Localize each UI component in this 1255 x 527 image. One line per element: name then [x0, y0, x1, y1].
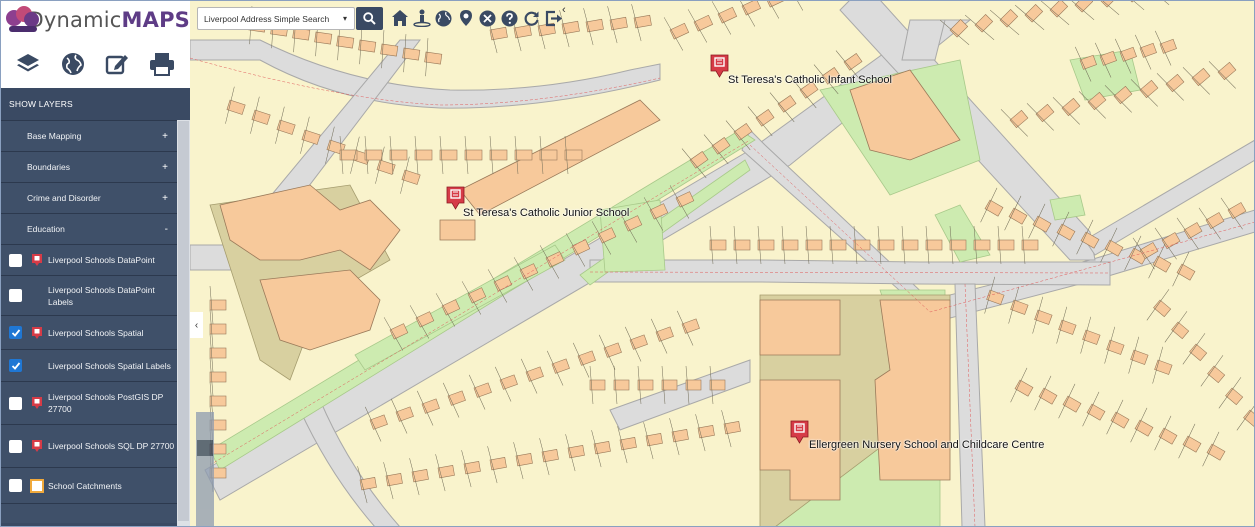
panel-title: SHOW LAYERS	[9, 99, 73, 109]
layer-label: Liverpool Schools Spatial Labels	[48, 360, 171, 371]
chevron-left-icon[interactable]: ‹	[562, 4, 566, 16]
school-label: St Teresa's Catholic Infant School	[728, 74, 892, 86]
scrollbar-thumb[interactable]	[178, 121, 189, 521]
category-education[interactable]: Education -	[0, 213, 177, 244]
layer-label: Liverpool Schools DataPoint	[48, 255, 155, 265]
layer-checkbox-checked[interactable]	[9, 326, 22, 339]
zoom-slider[interactable]	[196, 412, 214, 527]
layer-checkbox[interactable]	[9, 253, 22, 267]
globe-icon[interactable]	[433, 6, 454, 30]
search-button[interactable]	[356, 7, 383, 30]
map-base-layer	[190, 0, 1255, 527]
layer-list: Base Mapping + Boundaries + Crime and Diso…	[0, 120, 177, 523]
expand-icon[interactable]: +	[162, 193, 168, 204]
category-label: Base Mapping	[27, 131, 82, 141]
layer-label: Liverpool Schools Spatial	[48, 327, 144, 338]
help-icon[interactable]	[499, 6, 520, 30]
layer-row[interactable]: School Catchments	[0, 467, 177, 503]
catchment-square-icon	[30, 478, 44, 493]
school-pin-icon	[30, 326, 44, 340]
zoom-slider-handle[interactable]	[197, 440, 213, 456]
category-label: Crime and Disorder	[27, 193, 101, 203]
collapse-icon[interactable]: -	[165, 224, 168, 235]
school-pin-icon	[30, 253, 44, 267]
category-label: Education	[27, 224, 65, 234]
layers-panel: SHOW LAYERS Base Mapping + Boundaries + Cr…	[0, 88, 190, 527]
category-boundaries[interactable]: Boundaries +	[0, 151, 177, 182]
brand-name: DynamicMAPS	[27, 8, 190, 32]
layer-row[interactable]: Liverpool Schools Spatial Labels	[0, 349, 177, 381]
category-base-mapping[interactable]: Base Mapping +	[0, 120, 177, 151]
layer-checkbox[interactable]	[9, 479, 22, 492]
home-icon[interactable]	[389, 6, 410, 30]
print-icon[interactable]	[147, 49, 177, 79]
close-circle-icon[interactable]	[477, 6, 498, 30]
brand[interactable]: DynamicMAPS	[0, 0, 190, 40]
layer-checkbox[interactable]	[9, 289, 22, 302]
layer-scrollbar[interactable]	[177, 120, 190, 527]
layer-row[interactable]: Liverpool Schools DataPoint Labels	[0, 275, 177, 315]
school-label: Ellergreen Nursery School and Childcare …	[809, 439, 1045, 451]
search-icon	[363, 12, 376, 25]
school-marker-icon[interactable]	[710, 54, 729, 78]
search-mode-label: Liverpool Address Simple Search	[204, 13, 330, 24]
expand-icon[interactable]: +	[162, 162, 168, 173]
dynamicmaps-logo-icon	[6, 6, 39, 34]
category-label: Boundaries	[27, 162, 71, 172]
layer-row[interactable]: Liverpool Schools PostGIS DP 27700	[0, 381, 177, 424]
globe-icon[interactable]	[58, 49, 88, 79]
school-marker-icon[interactable]	[790, 420, 809, 444]
school-pin-icon	[30, 396, 44, 410]
layer-row[interactable]: Liverpool Schools DataPoint	[0, 244, 177, 275]
layer-row[interactable]: Liverpool Schools Spatial	[0, 315, 177, 349]
layer-checkbox[interactable]	[9, 439, 22, 453]
layer-checkbox-checked[interactable]	[9, 359, 22, 372]
layer-row[interactable]: Liverpool Schools SQL DP 27700	[0, 424, 177, 467]
layers-icon[interactable]	[13, 49, 43, 79]
sidebar-toolbar	[0, 40, 190, 88]
refresh-icon[interactable]	[521, 6, 542, 30]
marker-icon[interactable]	[455, 6, 476, 30]
map-toolbar	[389, 6, 565, 30]
category-crime-and-disorder[interactable]: Crime and Disorder +	[0, 182, 177, 213]
collapse-sidebar-button[interactable]: ‹	[190, 312, 203, 338]
sidebar: DynamicMAPS SHOW LAYERS Base Mapping + Bo…	[0, 0, 190, 527]
school-label: St Teresa's Catholic Junior School	[463, 207, 630, 219]
logout-icon[interactable]	[543, 6, 564, 30]
map-canvas[interactable]: St Teresa's Catholic Infant School St Te…	[190, 0, 1255, 527]
locate-person-icon[interactable]	[411, 6, 432, 30]
search-mode-select[interactable]: Liverpool Address Simple Search ▾	[197, 7, 355, 30]
layer-checkbox[interactable]	[9, 396, 22, 410]
layer-label: Liverpool Schools DataPoint Labels	[48, 284, 155, 307]
layer-row-partial[interactable]	[0, 503, 177, 523]
chevron-down-icon: ▾	[342, 14, 347, 23]
school-pin-icon	[30, 439, 44, 453]
expand-icon[interactable]: +	[162, 131, 168, 142]
layer-label: School Catchments	[48, 480, 122, 491]
layer-label: Liverpool Schools SQL DP 27700	[48, 441, 175, 451]
layer-label: Liverpool Schools PostGIS DP 27700	[48, 392, 164, 414]
edit-icon[interactable]	[102, 49, 132, 79]
